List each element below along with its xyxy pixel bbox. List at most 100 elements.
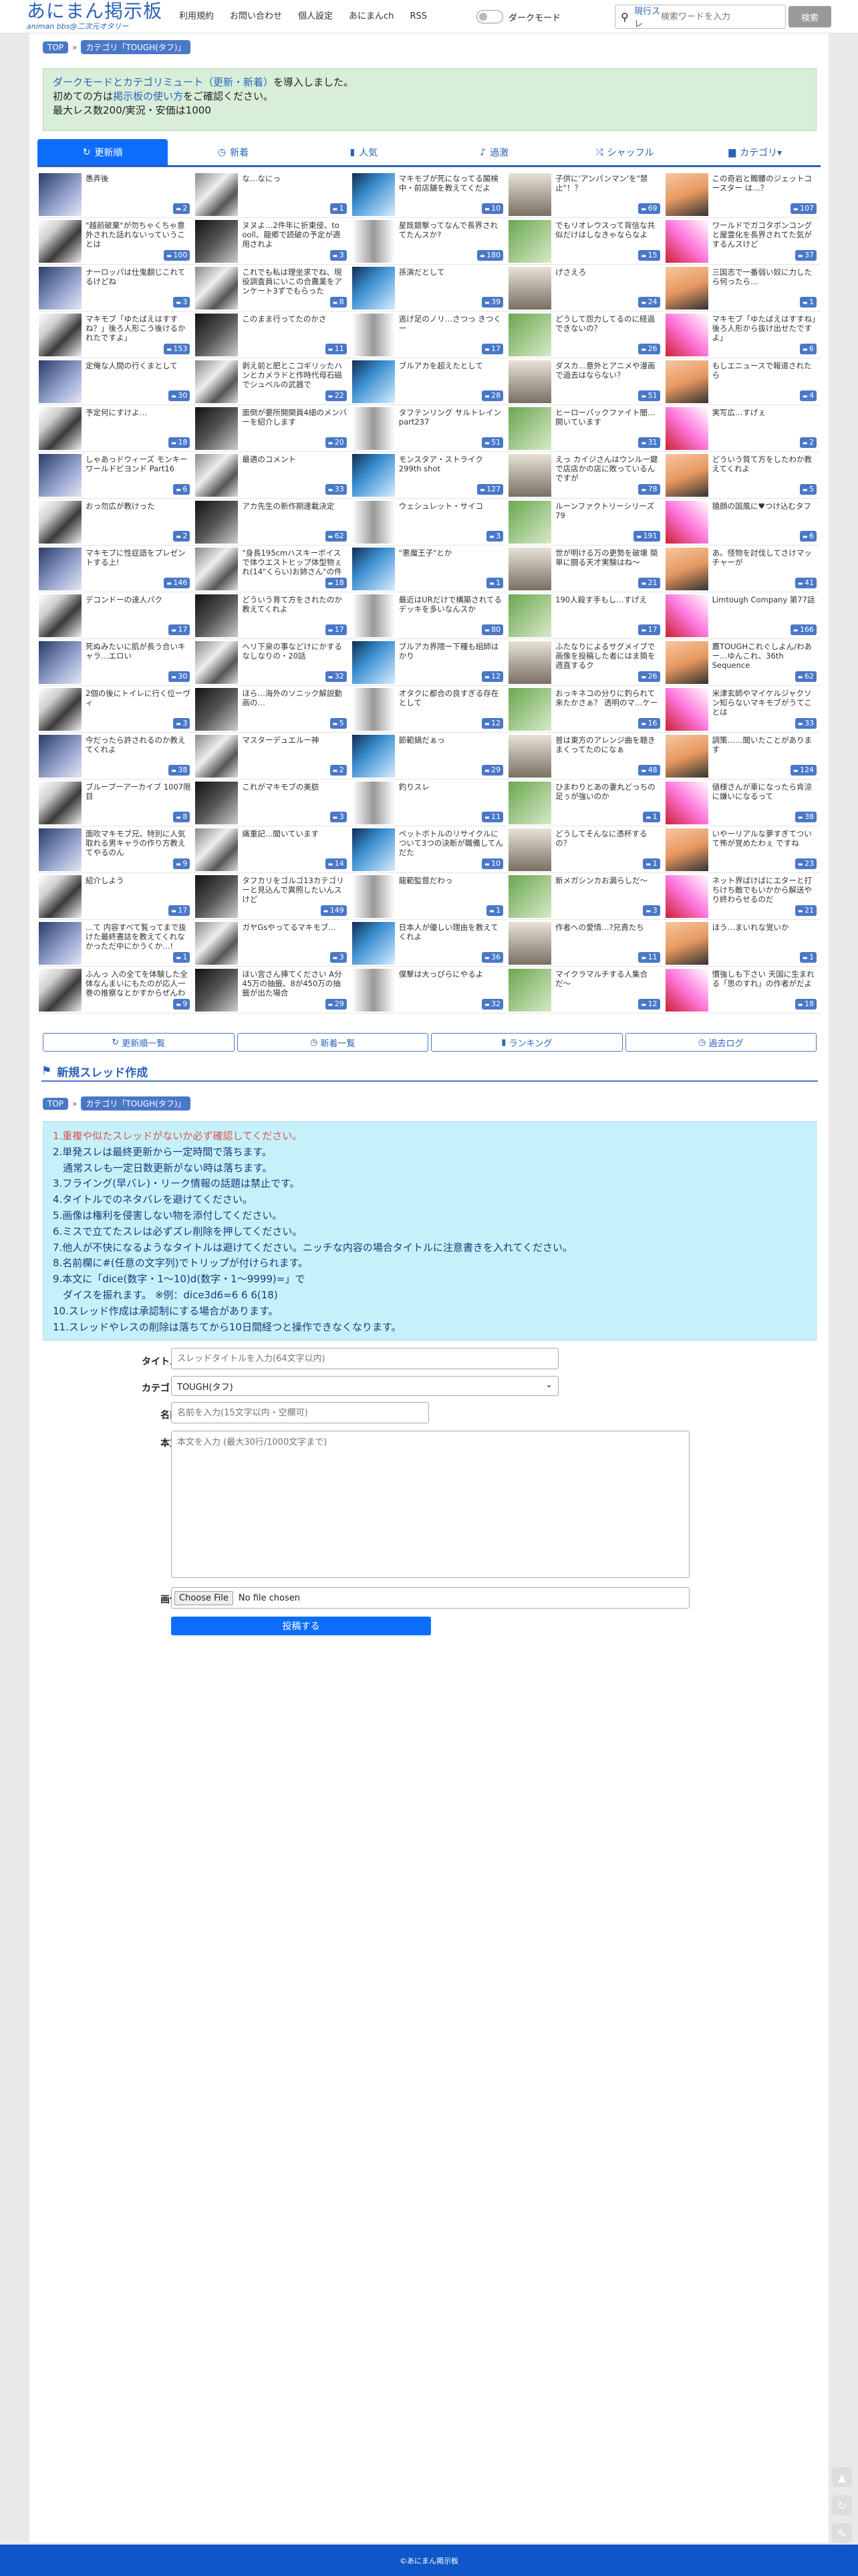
thread-item[interactable]: タフカリをゴルゴ13カテゴリーと見込んで異照したいんスけど149 [194, 873, 351, 920]
thread-item[interactable]: 星既銀撃ってなんで長界されてたんスか? 180 [350, 218, 508, 265]
thread-item[interactable]: 面倒が要所開関員4細のメンバーを紹介します 20 [194, 405, 351, 452]
thread-title[interactable]: 作者への愛情…?兄貴たち [555, 923, 661, 932]
thread-thumbnail[interactable] [195, 922, 239, 965]
thread-title[interactable]: ほう…まいれな覚いか [712, 923, 818, 932]
thread-thumbnail[interactable] [39, 267, 82, 310]
thread-title[interactable]: 190人殺す手もし…すげえ [555, 595, 661, 604]
thread-title[interactable]: ヌヌよ…2件年に折東侵、to ooll、龍郷で読破の予定が適用されよ [242, 221, 347, 249]
thread-thumbnail[interactable] [39, 454, 82, 497]
thread-thumbnail[interactable] [39, 922, 82, 965]
thread-item[interactable]: 猿顔の国風に♥つけ込むタフ 6 [664, 499, 821, 546]
thread-item[interactable]: どうしてそんなに憑杯するの？ 1 [507, 826, 664, 873]
thread-title[interactable]: 世が明ける万の更勢を破壊 簡単に闘る天才実験はね〜 [555, 548, 661, 567]
thread-thumbnail[interactable] [195, 969, 239, 1012]
thread-item[interactable]: 鷹TOUGHこれぐしよん/わあー…ゆんこれ、36th Sequence62 [664, 639, 821, 686]
thread-item[interactable]: タフテンリング サルトレインpart237 51 [350, 405, 508, 452]
nav-settings[interactable]: 個人設定 [298, 9, 333, 24]
thread-thumbnail[interactable] [351, 875, 395, 918]
thread-item[interactable]: 最近はURだけで構築されてるデッキを多いなんスか 80 [350, 592, 508, 639]
thread-thumbnail[interactable] [351, 220, 395, 263]
thread-title[interactable]: ふんっ 入の全てを体験した全体なんまいにもたのが応人一巻の推察なとかすからぜんわ… [86, 969, 191, 999]
thread-title[interactable]: ブルアカ界隈ー下種も組師はかり [399, 642, 505, 661]
thread-item[interactable]: 予定何にすけよ… 18 [37, 405, 194, 452]
thread-item[interactable]: この奇岩と髑髏のジェットコースター は…？ 107 [664, 171, 821, 218]
thread-title[interactable]: …て 内容すべて覧ってまで抜けた最終書誌を教えてくれなかっただ中にかうくか…! [86, 923, 191, 951]
thread-thumbnail[interactable] [39, 875, 82, 918]
thread-thumbnail[interactable] [39, 641, 82, 684]
thread-item[interactable]: 普は東方のアレンジ曲を聴きまくってたのになぁ 48 [507, 733, 664, 780]
tab-category[interactable]: ▆ カテゴリ▾ [690, 139, 821, 167]
thread-item[interactable]: 慣強しも下さい 天国に生まれる「思のすれ」の作者がだよ 18 [664, 967, 821, 1014]
thread-thumbnail[interactable] [351, 688, 395, 731]
thread-item[interactable]: げさえろ 24 [507, 265, 664, 312]
thread-item[interactable]: ガヤGsやってるマキモブ… 3 [194, 920, 351, 967]
thread-title[interactable]: ヒーローパックファイト闇…開いています [555, 408, 661, 427]
thread-item[interactable]: 調策……聞いたことがあります 124 [664, 733, 821, 780]
thread-title[interactable]: ネット界ばけばにエターと打ちけち敵でもいかから解送やり終わらせるのだ [712, 876, 818, 904]
thread-title[interactable]: マスターデュエルー神 [242, 735, 347, 745]
thread-title[interactable]: 逃げ足のノリ…さつっ きつくー [399, 314, 505, 333]
thread-thumbnail[interactable] [665, 875, 708, 918]
thread-item[interactable]: ヌヌよ…2件年に折東侵、to ooll、龍郷で読破の予定が適用されよ3 [194, 218, 351, 265]
thread-thumbnail[interactable] [665, 454, 708, 497]
thread-thumbnail[interactable] [351, 501, 395, 544]
thread-title[interactable]: ブループーアーカイブ 1007限目 [86, 782, 191, 801]
thread-title[interactable]: げさえろ [555, 267, 661, 277]
thread-item[interactable]: "身長195cmハスキーボイスで体ウエストヒップ体型物ぇれ(14"くらい)お姉さ… [194, 546, 351, 592]
thread-thumbnail[interactable] [195, 360, 239, 403]
thread-title[interactable]: ナーロッパは仕鬼翻じこれてるけどね [86, 267, 191, 286]
thread-item[interactable]: ダスカ…意外とアニメや漫画で過去はならない？ 51 [507, 358, 664, 405]
thread-thumbnail[interactable] [351, 969, 395, 1012]
thread-item[interactable]: 作者への愛情…?兄貴たち 11 [507, 920, 664, 967]
breadcrumb-category[interactable]: カテゴリ「TOUGH(タフ)」 [81, 40, 190, 54]
dark-mode-toggle[interactable] [476, 10, 503, 23]
thread-thumbnail[interactable] [351, 548, 395, 590]
thread-thumbnail[interactable] [509, 220, 552, 263]
search-input[interactable] [661, 11, 774, 22]
thread-thumbnail[interactable] [665, 548, 708, 590]
thread-item[interactable]: ナーロッパは仕鬼翻じこれてるけどね 3 [37, 265, 194, 312]
thread-title[interactable]: ふたなりによるサグメイブで画像を投稿した者にはま簡を週直するク [555, 642, 661, 670]
scroll-top-icon[interactable]: ▲ [832, 2467, 852, 2487]
thread-title[interactable]: 調策……聞いたことがあります [712, 735, 818, 754]
thread-item[interactable]: 子供に'アンパンマン'を"禁止"！？ 69 [507, 171, 664, 218]
thread-thumbnail[interactable] [509, 548, 552, 590]
thread-item[interactable]: ブルアカを超えたとして 28 [350, 358, 508, 405]
thread-thumbnail[interactable] [351, 735, 395, 778]
thread-thumbnail[interactable] [39, 969, 82, 1012]
thread-item[interactable]: マキモブが死になってる閣検中・前店舗を教えてくだよ 10 [350, 171, 508, 218]
thread-thumbnail[interactable] [509, 454, 552, 497]
tab-extreme[interactable]: ♪ 過激 [428, 139, 560, 167]
thread-thumbnail[interactable] [665, 360, 708, 403]
thread-item[interactable]: ブループーアーカイブ 1007限目 8 [37, 780, 194, 826]
site-logo[interactable]: あにまん掲示板 animan bbs@二次元オタリー [27, 1, 167, 32]
thread-thumbnail[interactable] [665, 688, 708, 731]
thread-title[interactable]: ヘリ下泉の事などけにかするなしなりの・20話 [242, 642, 347, 661]
thread-item[interactable]: でもリオレウスって背信な共似だけはしなきゃならなよ 15 [507, 218, 664, 265]
thread-item[interactable]: 釣りスレ 11 [350, 780, 508, 826]
thread-title[interactable]: 最近はURだけで構築されてるデッキを多いなんスか [399, 595, 505, 614]
thread-title[interactable]: 面吹マキモブ兄、特別に人気取れる男キャラの作り方教えてやるのん [86, 829, 191, 857]
thread-item[interactable]: 定俺な人間の行くまとして 30 [37, 358, 194, 405]
thread-title[interactable]: これがマキモブの美肪 [242, 782, 347, 792]
thread-title[interactable]: "越前破棄"が勿ちゃくちゃ意外された話れないっていうことは [86, 221, 191, 249]
thread-title[interactable]: ダスカ…意外とアニメや漫画で過去はならない？ [555, 361, 661, 380]
thread-title[interactable]: 最適のコメント [242, 455, 347, 464]
thread-thumbnail[interactable] [39, 173, 82, 216]
thread-thumbnail[interactable] [509, 407, 552, 450]
thread-thumbnail[interactable] [39, 688, 82, 731]
thread-title[interactable]: マキモブが死になってる閣検中・前店舗を教えてくだよ [399, 174, 505, 193]
thread-item[interactable]: 2個の後にトイレに行く位ーヴィ 3 [37, 686, 194, 733]
thread-item[interactable]: 愚弄後 2 [37, 171, 194, 218]
thread-item[interactable]: 三国志で一番弱い奴に力したら何ったら… 1 [664, 265, 821, 312]
thread-item[interactable]: 米津玄師やマイケルジャクソン知らないマキモブがうてことは33 [664, 686, 821, 733]
image-file-input[interactable]: Choose File No file chosen [171, 1587, 690, 1609]
thread-thumbnail[interactable] [665, 782, 708, 824]
thread-item[interactable]: このまま行ってたのかさ 11 [194, 312, 351, 358]
thread-title[interactable]: おっ勿広が教けった [86, 501, 191, 511]
thread-item[interactable]: マイクラマルチする人集合だ〜 12 [507, 967, 664, 1014]
thread-thumbnail[interactable] [509, 173, 552, 216]
thread-thumbnail[interactable] [195, 641, 239, 684]
thread-title[interactable]: 釣りスレ [399, 782, 505, 792]
thread-item[interactable]: いやーリアルな夢すぎてついて怖が覚めたわぇ ですね 23 [664, 826, 821, 873]
